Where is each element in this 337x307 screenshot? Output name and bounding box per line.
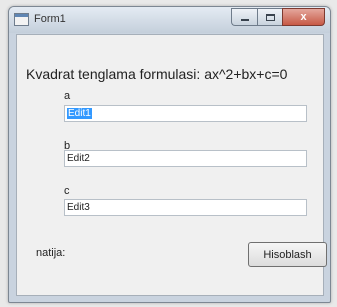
minimize-button[interactable] [231, 8, 257, 26]
calculate-button-label: Hisoblash [263, 248, 312, 261]
edit-b-input[interactable]: Edit2 [64, 150, 307, 167]
label-a: a [64, 90, 71, 102]
minimize-icon [240, 19, 249, 21]
label-c: c [64, 185, 70, 197]
calculate-button[interactable]: Hisoblash [248, 242, 327, 267]
edit-a-value: Edit1 [67, 108, 92, 119]
edit-a-input[interactable]: Edit1 [64, 105, 307, 122]
formula-heading: Kvadrat tenglama formulasi: ax^2+bx+c=0 [26, 66, 288, 82]
maximize-icon [265, 13, 275, 21]
close-button[interactable]: x [282, 8, 325, 26]
caption-buttons: x [231, 8, 325, 27]
edit-c-value: Edit3 [67, 202, 90, 213]
edit-c-input[interactable]: Edit3 [64, 199, 307, 216]
close-icon: x [300, 10, 307, 23]
edit-b-value: Edit2 [67, 153, 90, 164]
maximize-button[interactable] [257, 8, 282, 26]
result-label: natija: [36, 247, 66, 259]
title-bar[interactable]: Form1 x [9, 7, 330, 33]
app-icon[interactable] [14, 13, 29, 26]
window-title: Form1 [34, 13, 66, 25]
